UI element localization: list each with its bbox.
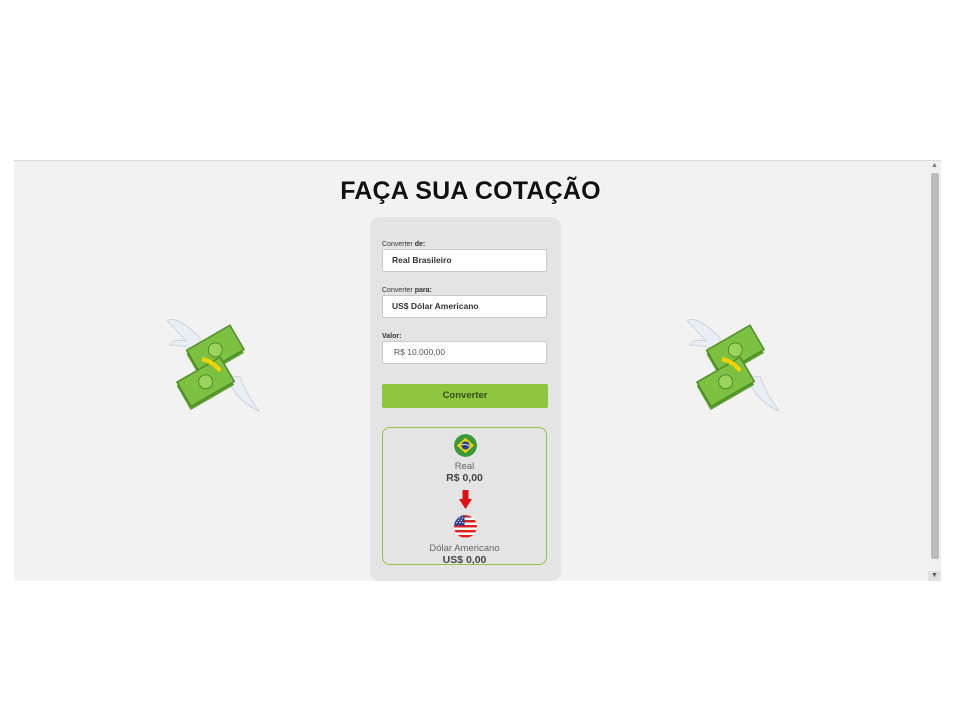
converter-card: Converter de: Real Brasileiro Converter … xyxy=(370,217,561,581)
flying-money-icon xyxy=(686,319,781,413)
to-label-prefix: Converter xyxy=(382,287,415,294)
from-label-bold: de: xyxy=(414,241,426,248)
browser-viewport: FAÇA SUA COTAÇÃO Converter de: Real Bras… xyxy=(14,160,941,581)
amount-label: Valor: xyxy=(382,333,402,340)
page-title: FAÇA SUA COTAÇÃO xyxy=(340,177,601,205)
to-label-bold: para: xyxy=(414,287,432,294)
scroll-up-icon[interactable]: ▲ xyxy=(928,161,941,171)
scroll-down-icon[interactable]: ▼ xyxy=(928,571,941,581)
to-currency-select[interactable]: US$ Dólar Americano xyxy=(382,295,547,318)
from-currency-select[interactable]: Real Brasileiro xyxy=(382,249,547,272)
result-box: Real R$ 0,00 Dólar Americano US$ 0,00 xyxy=(382,427,547,566)
amount-input[interactable]: R$ 10.000,00 xyxy=(382,341,547,364)
from-currency-name: Real xyxy=(454,461,475,472)
to-currency-name: Dólar Americano xyxy=(429,543,500,554)
from-label-prefix: Converter xyxy=(382,241,415,248)
convert-button[interactable]: Converter xyxy=(382,384,548,408)
to-label: Converter para: xyxy=(382,287,432,294)
usa-flag-icon xyxy=(454,515,477,538)
from-label: Converter de: xyxy=(382,241,425,248)
from-amount: R$ 0,00 xyxy=(446,472,483,484)
arrow-down-icon xyxy=(459,490,472,509)
vertical-scrollbar[interactable]: ▲ ▼ xyxy=(928,161,941,581)
to-amount: US$ 0,00 xyxy=(442,554,487,566)
brazil-flag-icon xyxy=(454,434,477,457)
scrollbar-thumb[interactable] xyxy=(931,173,939,559)
flying-money-icon xyxy=(166,319,261,413)
